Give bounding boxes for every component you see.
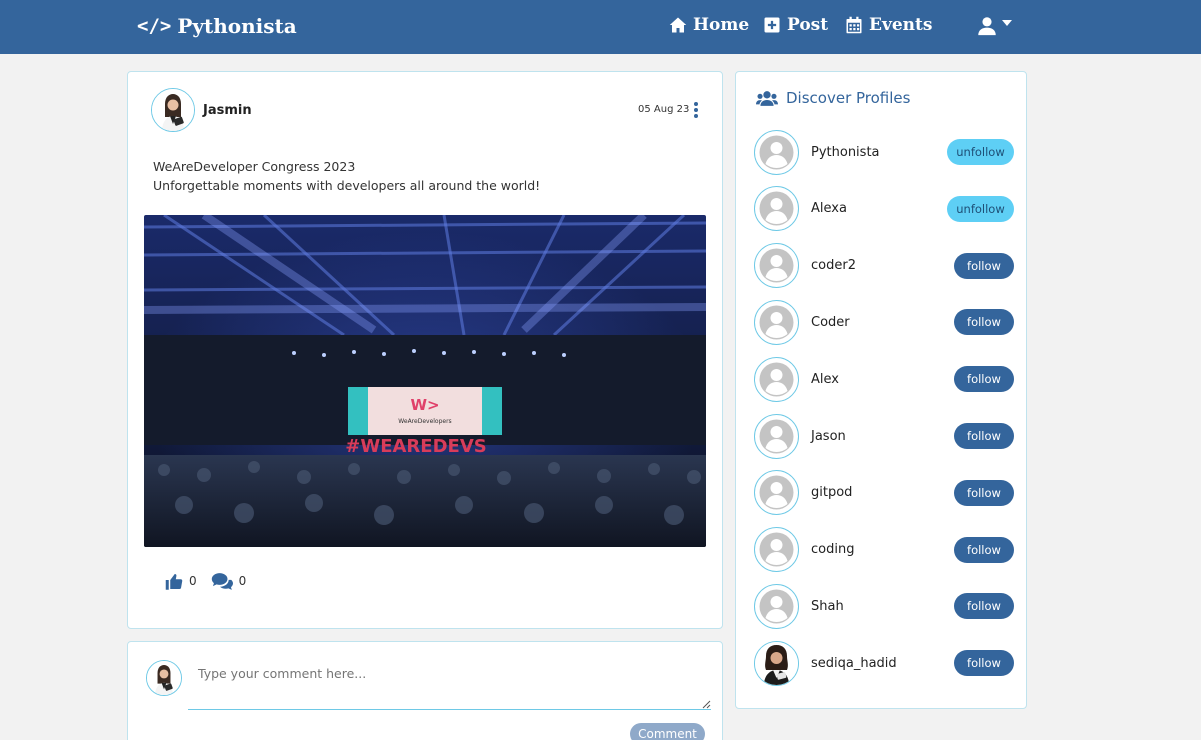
profile-name[interactable]: coding: [811, 542, 954, 557]
comment-input[interactable]: [188, 657, 711, 710]
follow-button[interactable]: follow: [954, 479, 1014, 506]
follow-button[interactable]: follow: [954, 536, 1014, 563]
profile-row: coder2 follow: [754, 243, 1014, 289]
profile-name[interactable]: sediqa_hadid: [811, 656, 954, 671]
profile-name[interactable]: gitpod: [811, 485, 954, 500]
comments-icon: [211, 573, 233, 590]
follow-button[interactable]: follow: [954, 309, 1014, 336]
profile-row: sediqa_hadid follow: [754, 640, 1014, 686]
profile-row: Jason follow: [754, 413, 1014, 459]
top-navbar: </> Pythonista Home Post Events: [0, 0, 1201, 54]
discover-profiles-title: Discover Profiles: [786, 89, 911, 107]
comment-submit-button[interactable]: Comment: [630, 723, 705, 740]
chevron-down-icon: [1002, 20, 1012, 26]
brand-name: Pythonista: [177, 14, 297, 38]
post-image[interactable]: W> WeAreDevelopers #WEAREDEVS: [144, 215, 706, 547]
nav-home-label: Home: [693, 15, 750, 35]
post-text-line-1: WeAreDeveloper Congress 2023: [153, 159, 356, 174]
resize-handle-icon[interactable]: [701, 699, 711, 709]
profile-name[interactable]: coder2: [811, 258, 954, 273]
profile-avatar[interactable]: [754, 243, 799, 289]
profile-row: Shah follow: [754, 583, 1014, 629]
like-count: 0: [189, 574, 197, 588]
post-card: Jasmin 05 Aug 23 WeAreDeveloper Congress…: [127, 71, 723, 629]
profile-row: Alex follow: [754, 356, 1014, 402]
profile-name[interactable]: Pythonista: [811, 145, 947, 160]
current-user-avatar: [146, 660, 182, 696]
follow-button[interactable]: follow: [954, 252, 1014, 279]
profile-row: Pythonista unfollow: [754, 129, 1014, 175]
nav-events-link[interactable]: Events: [845, 15, 932, 35]
discover-profiles-card: Discover Profiles Pythonista unfollow Alex…: [735, 71, 1027, 709]
profile-name[interactable]: Jason: [811, 429, 954, 444]
plus-square-icon: [764, 17, 780, 33]
profile-avatar[interactable]: [754, 640, 799, 686]
home-icon: [669, 17, 687, 33]
calendar-icon: [846, 16, 862, 34]
thumbs-up-icon: [165, 573, 183, 590]
conference-photo: W> WeAreDevelopers #WEAREDEVS: [144, 215, 706, 547]
profile-row: Coder follow: [754, 299, 1014, 345]
comment-form-card: Comment: [127, 641, 723, 740]
profile-avatar[interactable]: [754, 356, 799, 402]
post-body: WeAreDeveloper Congress 2023 Unforgettab…: [153, 157, 540, 195]
users-icon: [756, 90, 778, 106]
profile-name[interactable]: Coder: [811, 315, 954, 330]
nav-events-label: Events: [869, 15, 933, 35]
profile-avatar[interactable]: [754, 129, 799, 175]
profile-avatar[interactable]: [754, 583, 799, 629]
svg-text:W>: W>: [410, 396, 439, 414]
discover-profiles-header: Discover Profiles: [756, 89, 910, 107]
brand-link[interactable]: </> Pythonista: [137, 14, 297, 38]
post-date: 05 Aug 23: [638, 104, 690, 115]
profile-avatar[interactable]: [754, 299, 799, 345]
image-screen-text: WeAreDevelopers: [398, 418, 451, 425]
code-icon: </>: [137, 15, 172, 37]
profile-avatar[interactable]: [754, 186, 799, 232]
post-author-name[interactable]: Jasmin: [203, 103, 252, 118]
profile-name[interactable]: Alexa: [811, 201, 947, 216]
nav-post-label: Post: [787, 15, 829, 35]
nav-post-link[interactable]: Post: [763, 15, 828, 35]
post-text-line-2: Unforgettable moments with developers al…: [153, 178, 541, 193]
comment-count: 0: [238, 574, 247, 588]
post-header: Jasmin: [151, 88, 252, 132]
post-actions: 0 0: [165, 572, 246, 590]
follow-button[interactable]: follow: [954, 593, 1014, 620]
follow-button[interactable]: follow: [954, 650, 1014, 677]
author-avatar[interactable]: [151, 88, 195, 132]
nav-home-link[interactable]: Home: [669, 15, 749, 35]
profile-avatar[interactable]: [754, 413, 799, 459]
unfollow-button[interactable]: unfollow: [947, 195, 1014, 222]
user-icon: [978, 17, 996, 36]
profile-name[interactable]: Alex: [811, 372, 954, 387]
profile-row: Alexa unfollow: [754, 186, 1014, 232]
profile-avatar[interactable]: [754, 470, 799, 516]
comments-button[interactable]: 0: [211, 572, 247, 590]
unfollow-button[interactable]: unfollow: [947, 139, 1014, 165]
user-menu-dropdown[interactable]: [977, 16, 1012, 36]
more-options-icon[interactable]: [693, 102, 699, 118]
profile-avatar[interactable]: [754, 527, 799, 573]
profile-row: gitpod follow: [754, 470, 1014, 516]
like-button[interactable]: 0: [165, 573, 197, 590]
profile-row: coding follow: [754, 527, 1014, 573]
follow-button[interactable]: follow: [954, 366, 1014, 393]
image-floor-text: #WEAREDEVS: [345, 436, 486, 457]
profile-name[interactable]: Shah: [811, 599, 954, 614]
follow-button[interactable]: follow: [954, 423, 1014, 449]
